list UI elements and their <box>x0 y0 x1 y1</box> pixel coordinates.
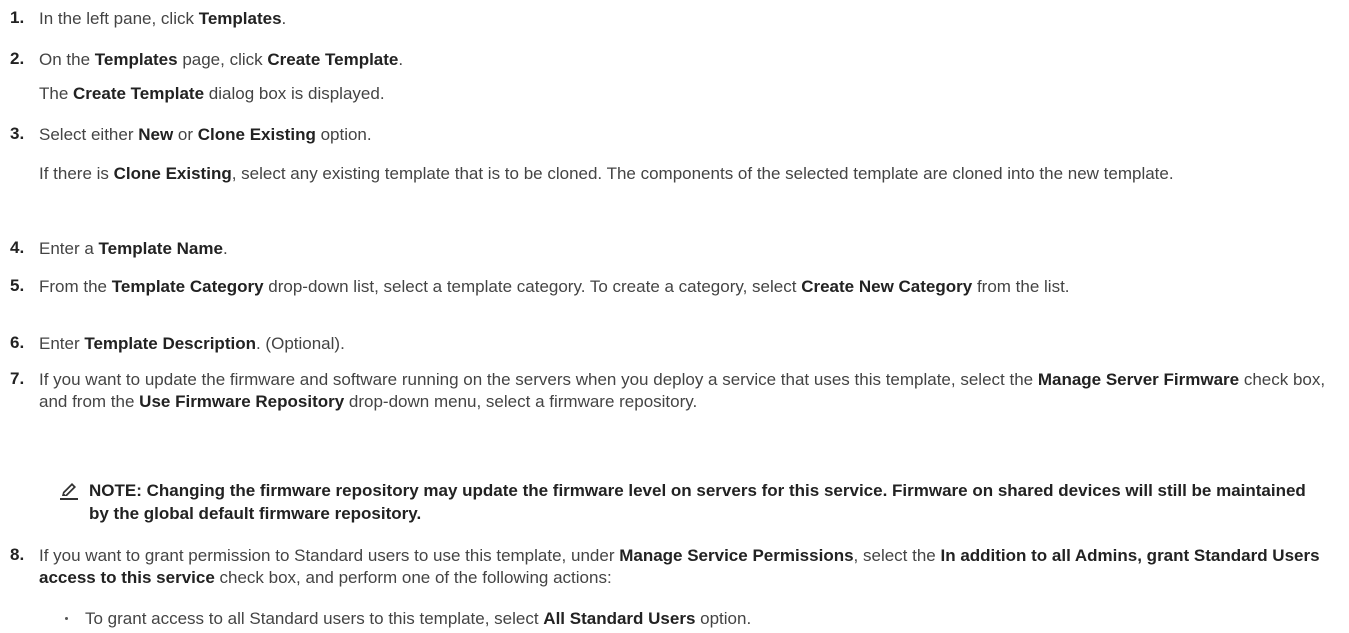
note-callout: NOTE: Changing the firmware repository m… <box>59 479 1319 525</box>
step-number: 1. <box>10 8 25 27</box>
ui-term: Manage Service Permissions <box>619 546 854 565</box>
text-run: In the left pane, click <box>39 9 199 28</box>
step-text: Enter a Template Name. <box>39 238 1329 260</box>
step-text: From the Template Category drop-down lis… <box>39 276 1329 298</box>
ui-term: Clone Existing <box>113 164 232 183</box>
text-run: . <box>398 50 404 69</box>
ui-term: Create Template <box>73 84 205 103</box>
text-run: To grant access to all Standard users to… <box>85 609 544 628</box>
step-number: 8. <box>10 545 25 564</box>
text-run: , select any existing template that is t… <box>231 164 1174 183</box>
ui-term: Use Firmware Repository <box>139 392 345 411</box>
text-run: If there is <box>39 164 114 183</box>
ui-term: Template Category <box>111 277 264 296</box>
text-run: Enter <box>39 334 85 353</box>
pencil-note-icon <box>59 481 79 501</box>
text-run: Enter a <box>39 239 99 258</box>
text-run: or <box>173 125 198 144</box>
ui-term: Create New Category <box>801 277 973 296</box>
text-run: page, click <box>177 50 268 69</box>
text-run: Select either <box>39 125 139 144</box>
text-run: option. <box>315 125 372 144</box>
step-text: On the Templates page, click Create Temp… <box>39 49 1329 71</box>
text-run: , select the <box>853 546 941 565</box>
text-run: On the <box>39 50 95 69</box>
text-run: . (Optional). <box>255 334 345 353</box>
text-run: If you want to update the firmware and s… <box>39 370 1038 389</box>
text-run: dialog box is displayed. <box>204 84 385 103</box>
ui-term: Template Name <box>98 239 223 258</box>
step-number: 2. <box>10 49 25 68</box>
step-text: Enter Template Description. (Optional). <box>39 333 1329 355</box>
ui-term: Clone Existing <box>197 125 316 144</box>
text-run: option. <box>695 609 752 628</box>
ui-term: Create Template <box>267 50 399 69</box>
text-run: check box, and perform one of the follow… <box>214 568 612 587</box>
note-text: NOTE: Changing the firmware repository m… <box>89 481 1306 523</box>
step-text: If you want to update the firmware and s… <box>39 369 1329 413</box>
text-run: From the <box>39 277 112 296</box>
ui-term: New <box>138 125 174 144</box>
step-number: 3. <box>10 124 25 143</box>
ui-term: All Standard Users <box>543 609 696 628</box>
text-run: from the list. <box>972 277 1070 296</box>
step-text: The Create Template dialog box is displa… <box>39 83 1329 105</box>
text-run: drop-down list, select a template catego… <box>263 277 802 296</box>
text-run: If you want to grant permission to Stand… <box>39 546 620 565</box>
text-run: . <box>281 9 287 28</box>
step-number: 5. <box>10 276 25 295</box>
text-run: The <box>39 84 74 103</box>
ui-term: Manage Server Firmware <box>1037 370 1240 389</box>
step-text: In the left pane, click Templates. <box>39 8 1329 30</box>
bullet-text: To grant access to all Standard users to… <box>85 608 751 630</box>
text-run: . <box>222 239 228 258</box>
ui-term: Templates <box>94 50 178 69</box>
step-text: If there is Clone Existing, select any e… <box>39 159 1329 189</box>
step-number: 7. <box>10 369 25 388</box>
step-text: Select either New or Clone Existing opti… <box>39 124 1329 146</box>
step-number: 4. <box>10 238 25 257</box>
ui-term: Templates <box>198 9 282 28</box>
bullet-icon <box>65 617 68 620</box>
step-text: If you want to grant permission to Stand… <box>39 545 1329 589</box>
ui-term: Template Description <box>84 334 256 353</box>
text-run: drop-down menu, select a firmware reposi… <box>344 392 698 411</box>
step-number: 6. <box>10 333 25 352</box>
